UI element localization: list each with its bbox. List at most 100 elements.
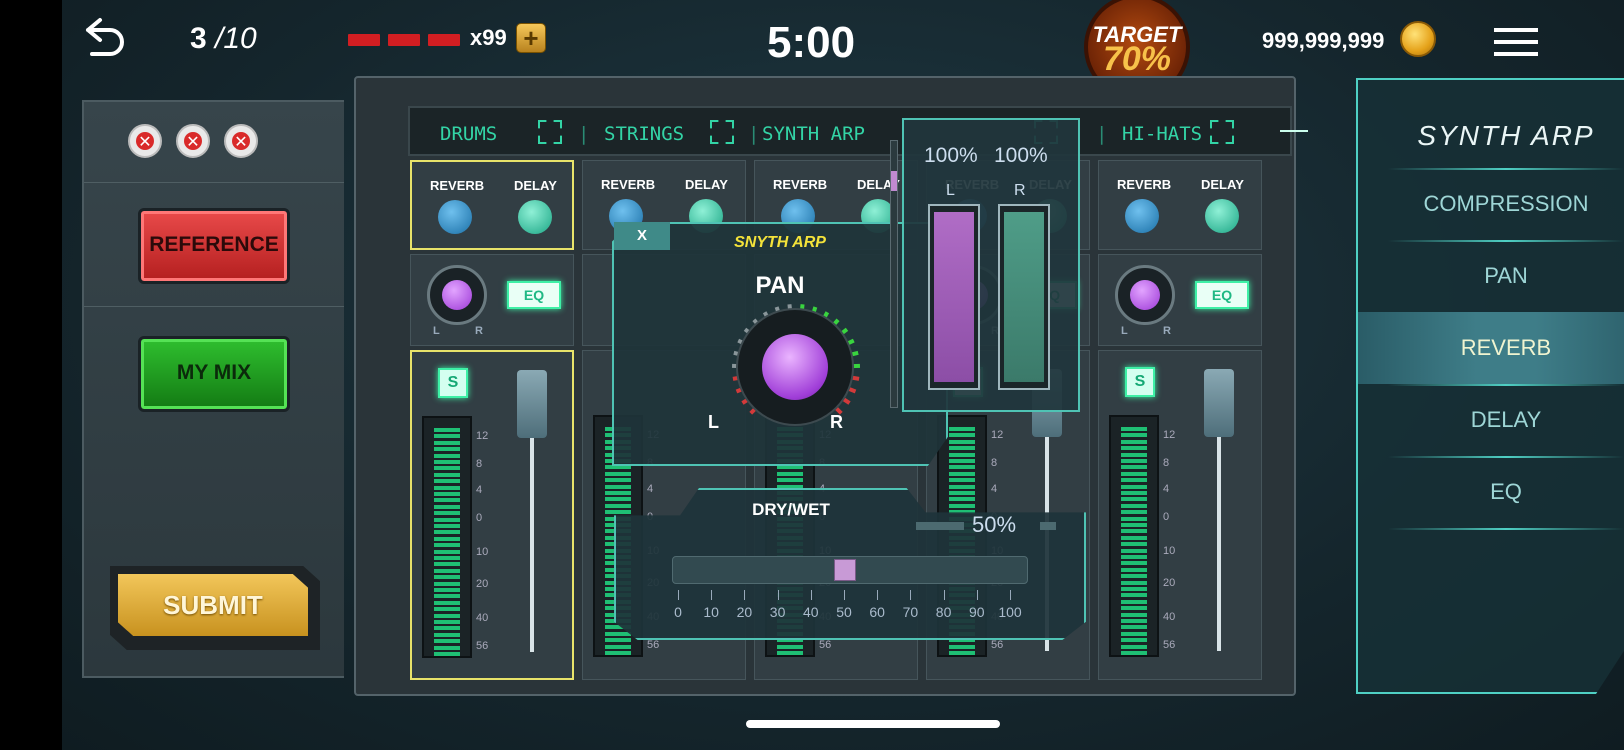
meter-scale-label: 56 [991,639,1004,651]
dry-wet-tick-label: 90 [969,604,985,620]
meter-scale-label: 40 [476,612,489,624]
add-lives-button[interactable]: + [516,23,546,53]
tab-drums[interactable]: DRUMS [440,123,497,145]
meter-scale-label: 56 [647,639,660,651]
dry-wet-value: 50% [972,512,1017,537]
tab-hi-hats[interactable]: HI-HATS [1122,123,1202,145]
volume-fader-handle[interactable] [517,370,547,438]
dry-wet-tick-label: 100 [998,604,1022,620]
eq-button[interactable]: EQ [507,281,561,309]
reference-button[interactable]: REFERENCE [138,208,290,284]
channel-pan-r: R [1163,325,1171,337]
meter-scale-label: 8 [476,458,483,470]
dry-wet-tick-label: 30 [769,604,786,620]
meter-scale-label: 56 [1163,639,1176,651]
meter-scale-label: 8 [1163,457,1170,469]
delay-knob[interactable] [1205,199,1239,233]
left-channel-label: L [946,182,955,199]
effect-item-delay[interactable]: DELAY [1358,384,1624,456]
dry-wet-slider-thumb[interactable] [834,559,856,581]
dry-wet-tick-label: 70 [902,604,919,620]
channel-strip: REVERBDELAYLREQS1284010204056 [1098,160,1268,690]
channel-pan-knob[interactable] [427,265,487,325]
submit-label: SUBMIT [118,574,308,636]
coin-icon [1400,21,1436,57]
effect-item-compression[interactable]: COMPRESSION [1358,168,1624,240]
delay-label: DELAY [685,177,728,192]
left-volume-meter[interactable] [928,204,980,390]
meter-scale-label: 4 [991,483,998,495]
reverb-knob[interactable] [438,200,472,234]
pan-left-label: L [708,412,719,432]
dry-wet-tick-label: 50 [836,604,852,620]
close-popup-button[interactable]: X [614,222,670,250]
effects-panel: SYNTH ARP COMPRESSION PAN REVERB DELAY E… [1356,78,1624,694]
fullscreen-icon[interactable] [538,120,562,144]
pan-knob[interactable] [736,308,854,426]
lives-count: x99 [470,25,507,50]
effect-item-eq[interactable]: EQ [1358,456,1624,528]
right-channel-label: R [1014,182,1026,199]
dry-wet-tick-label: 60 [869,604,885,620]
effect-item-pan[interactable]: PAN [1358,240,1624,312]
target-value: 70% [1102,40,1172,78]
meter-scale-label: 12 [991,429,1004,441]
meter-scale-label: 0 [1163,511,1170,523]
level-progress: 3 /10 [190,22,257,56]
meter-scale-label: 40 [1163,611,1176,623]
level-meter [1109,415,1159,657]
effect-item-reverb[interactable]: REVERB [1358,312,1624,384]
channel-pan-l: L [1121,325,1128,337]
meter-scale-label: 12 [476,430,489,442]
solo-button[interactable]: S [1125,367,1155,397]
left-volume-value: 100% [924,144,978,167]
effects-panel-title: SYNTH ARP [1417,120,1595,151]
lives-bar [348,34,460,46]
tab-strings[interactable]: STRINGS [604,123,684,145]
coin-count: 999,999,999 [1262,28,1385,53]
progress-current: 3 [190,22,207,55]
delay-label: DELAY [1201,177,1244,192]
dry-wet-slider[interactable] [672,556,1028,584]
reverb-label: REVERB [773,177,828,192]
dry-wet-tick-label: 10 [703,604,719,620]
volume-fader-handle[interactable] [1204,369,1234,437]
channel-pan-l: L [433,325,440,337]
meter-scale-label: 8 [991,457,998,469]
tab-synth-arp[interactable]: SYNTH ARP [762,123,865,145]
reverb-knob[interactable] [1125,199,1159,233]
strike-icon: ✕ [224,124,258,158]
strike-icon: ✕ [176,124,210,158]
level-meter [422,416,472,658]
volume-fader-track[interactable] [530,422,534,652]
home-indicator [746,720,1000,728]
dry-wet-tick-label: 0 [674,604,682,620]
channel-pan-r: R [475,325,483,337]
meter-scale-label: 4 [1163,483,1170,495]
meter-scale-label: 12 [1163,429,1176,441]
submit-button[interactable]: SUBMIT [110,566,320,650]
delay-knob[interactable] [518,200,552,234]
dry-wet-tick-label: 20 [736,604,753,620]
channel-pan-knob[interactable] [1115,265,1175,325]
dry-wet-tick-label: 40 [803,604,819,620]
hamburger-menu-icon[interactable] [1494,28,1538,58]
fullscreen-icon[interactable] [710,120,734,144]
volume-popup: 100% 100% L R [902,118,1080,412]
timer: 5:00 [767,18,856,67]
my-mix-button[interactable]: MY MIX [138,336,290,412]
right-volume-value: 100% [994,144,1048,167]
dry-wet-tick-label: 80 [935,604,952,620]
progress-total: /10 [215,22,257,55]
meter-scale-label: 56 [476,640,489,652]
fullscreen-icon[interactable] [1210,120,1234,144]
reverb-label: REVERB [1117,177,1172,192]
volume-scrollbar[interactable] [890,140,898,408]
eq-button[interactable]: EQ [1195,281,1249,309]
back-arrow-icon[interactable] [82,16,126,60]
volume-fader-track[interactable] [1217,421,1221,651]
solo-button[interactable]: S [438,368,468,398]
meter-scale-label: 56 [819,639,832,651]
right-volume-meter[interactable] [998,204,1050,390]
meter-scale-label: 0 [476,512,483,524]
